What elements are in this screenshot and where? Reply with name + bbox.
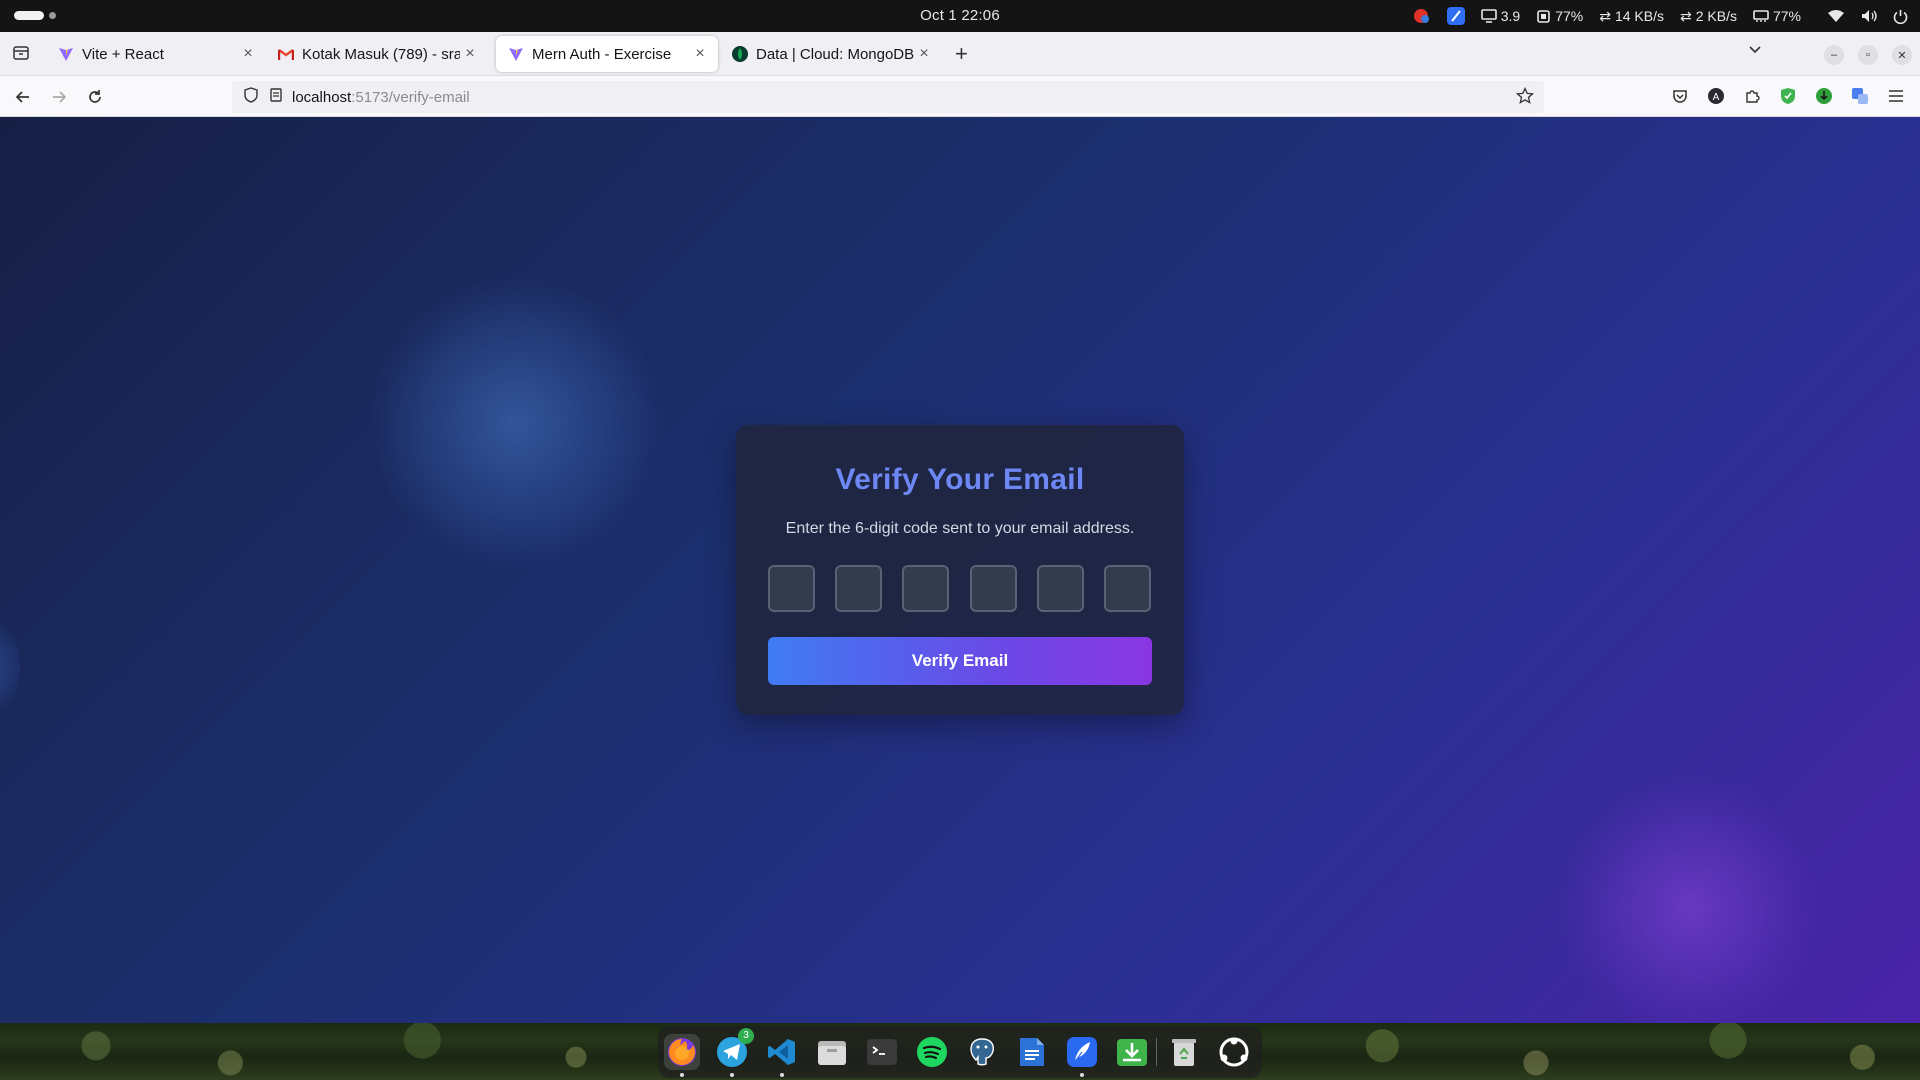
web-page-viewport: Verify Your Email Enter the 6-digit code… bbox=[0, 117, 1920, 1023]
back-arrow-icon bbox=[15, 91, 29, 103]
tab-title: Data | Cloud: MongoDB Cl bbox=[756, 45, 914, 63]
reload-button[interactable] bbox=[84, 86, 106, 108]
forward-button[interactable] bbox=[48, 86, 70, 108]
url-host: localhost bbox=[292, 88, 352, 106]
files-icon[interactable] bbox=[814, 1034, 850, 1070]
cpu-icon bbox=[1537, 9, 1550, 23]
reload-icon bbox=[89, 90, 101, 103]
tab-title: Mern Auth - Exercise bbox=[532, 45, 672, 63]
code-digit-input-1[interactable] bbox=[768, 565, 815, 612]
tab-mongodb[interactable]: Data | Cloud: MongoDB Cl × bbox=[720, 36, 942, 72]
background-glow bbox=[0, 607, 20, 727]
forward-arrow-icon bbox=[53, 91, 67, 103]
background-glow bbox=[370, 277, 660, 567]
dock: 3 bbox=[658, 1026, 1262, 1078]
notification-badge: 3 bbox=[738, 1028, 754, 1044]
url-path: :5173/verify-email bbox=[351, 88, 470, 106]
spotify-icon[interactable] bbox=[914, 1034, 950, 1070]
account-icon[interactable]: A bbox=[1706, 86, 1726, 106]
tray-memory-value: 77% bbox=[1772, 8, 1801, 24]
vscode-icon[interactable] bbox=[764, 1034, 800, 1077]
code-digit-input-6[interactable] bbox=[1104, 565, 1151, 612]
volume-icon[interactable] bbox=[1861, 9, 1877, 23]
docs-icon[interactable] bbox=[1014, 1034, 1050, 1070]
code-digit-input-4[interactable] bbox=[970, 565, 1017, 612]
new-tab-button[interactable]: + bbox=[955, 41, 968, 67]
wifi-icon[interactable] bbox=[1827, 9, 1845, 23]
download-helper-icon[interactable] bbox=[1814, 86, 1834, 106]
hamburger-menu-icon[interactable] bbox=[1886, 86, 1906, 106]
feather-icon[interactable] bbox=[1064, 1034, 1100, 1077]
vite-icon bbox=[58, 46, 74, 62]
tray-download: ⇄ 14 KB/s bbox=[1599, 8, 1664, 25]
download-arrow-icon: ⇄ bbox=[1599, 7, 1611, 24]
verification-code-inputs bbox=[768, 565, 1152, 612]
upload-arrow-icon: ⇄ bbox=[1679, 7, 1692, 24]
power-icon[interactable] bbox=[1893, 9, 1908, 24]
browser-tab-strip: Vite + React × Kotak Masuk (789) - srarf… bbox=[0, 32, 1920, 76]
system-top-bar: Oct 1 22:06 3.9 77% ⇄ 14 KB/s ⇄ 2 KB/s 7… bbox=[0, 0, 1920, 32]
tray-cpu: 77% bbox=[1536, 8, 1583, 24]
tray-app-red-icon[interactable] bbox=[1413, 7, 1431, 25]
code-digit-input-2[interactable] bbox=[835, 565, 882, 612]
telegram-icon[interactable]: 3 bbox=[714, 1028, 754, 1077]
app-grid-icon[interactable] bbox=[1216, 1034, 1252, 1070]
page-info-icon[interactable] bbox=[270, 88, 282, 106]
firefox-icon[interactable] bbox=[664, 1034, 700, 1077]
memory-icon bbox=[1753, 10, 1769, 22]
background-glow bbox=[1560, 777, 1820, 1023]
list-all-tabs-icon[interactable] bbox=[1748, 42, 1762, 61]
download-icon[interactable] bbox=[1114, 1034, 1150, 1070]
close-tab-icon[interactable]: × bbox=[914, 44, 934, 64]
tab-vite-react[interactable]: Vite + React × bbox=[46, 36, 266, 72]
tray-cpu-value: 77% bbox=[1555, 8, 1584, 24]
translate-icon[interactable] bbox=[1850, 86, 1870, 106]
tray-memory: 77% bbox=[1753, 8, 1801, 24]
bookmark-star-icon[interactable] bbox=[1515, 86, 1535, 109]
terminal-icon[interactable] bbox=[864, 1034, 900, 1070]
mongodb-icon bbox=[732, 46, 748, 62]
extensions-puzzle-icon[interactable] bbox=[1742, 86, 1762, 106]
adguard-shield-icon[interactable] bbox=[1778, 86, 1798, 106]
page-title: Verify Your Email bbox=[835, 463, 1085, 496]
firefox-view-icon[interactable] bbox=[12, 44, 30, 67]
vite-icon bbox=[508, 46, 524, 62]
tab-title: Kotak Masuk (789) - srarfi bbox=[302, 45, 460, 63]
tab-gmail[interactable]: Kotak Masuk (789) - srarfi × bbox=[266, 36, 488, 72]
restore-window-button[interactable]: ▫ bbox=[1858, 45, 1878, 65]
tray-feather-icon[interactable] bbox=[1446, 7, 1465, 25]
close-tab-icon[interactable]: × bbox=[690, 44, 710, 64]
url-bar[interactable]: localhost:5173/verify-email bbox=[232, 81, 1544, 113]
tray-upload-value: 2 KB/s bbox=[1695, 8, 1737, 24]
tracking-protection-shield-icon[interactable] bbox=[244, 87, 258, 107]
code-digit-input-5[interactable] bbox=[1037, 565, 1084, 612]
dock-separator bbox=[1156, 1038, 1157, 1066]
verify-instructions: Enter the 6-digit code sent to your emai… bbox=[785, 520, 1135, 537]
tray-load-value: 3.9 bbox=[1500, 8, 1521, 24]
back-button[interactable] bbox=[12, 86, 34, 108]
close-tab-icon[interactable]: × bbox=[238, 44, 258, 64]
monitor-icon bbox=[1480, 9, 1497, 23]
tab-mern-auth[interactable]: Mern Auth - Exercise × bbox=[496, 36, 718, 72]
close-tab-icon[interactable]: × bbox=[460, 44, 480, 64]
minimize-window-button[interactable]: – bbox=[1824, 45, 1844, 65]
code-digit-input-3[interactable] bbox=[902, 565, 949, 612]
system-tray: 3.9 77% ⇄ 14 KB/s ⇄ 2 KB/s 77% bbox=[1413, 5, 1908, 27]
pocket-icon[interactable] bbox=[1670, 86, 1690, 106]
tray-upload: ⇄ 2 KB/s bbox=[1680, 8, 1737, 25]
verify-email-button[interactable]: Verify Email bbox=[768, 637, 1152, 685]
tray-download-value: 14 KB/s bbox=[1614, 8, 1664, 24]
gmail-icon bbox=[278, 46, 294, 62]
tray-load: 3.9 bbox=[1480, 8, 1521, 24]
close-window-button[interactable]: ✕ bbox=[1892, 45, 1912, 65]
postgresql-icon[interactable] bbox=[964, 1034, 1000, 1070]
trash-icon[interactable] bbox=[1166, 1034, 1202, 1070]
browser-nav-bar: localhost:5173/verify-email A bbox=[0, 76, 1920, 117]
tab-title: Vite + React bbox=[82, 45, 164, 63]
verify-email-card: Verify Your Email Enter the 6-digit code… bbox=[736, 425, 1184, 715]
svg-text:A: A bbox=[1713, 92, 1720, 103]
